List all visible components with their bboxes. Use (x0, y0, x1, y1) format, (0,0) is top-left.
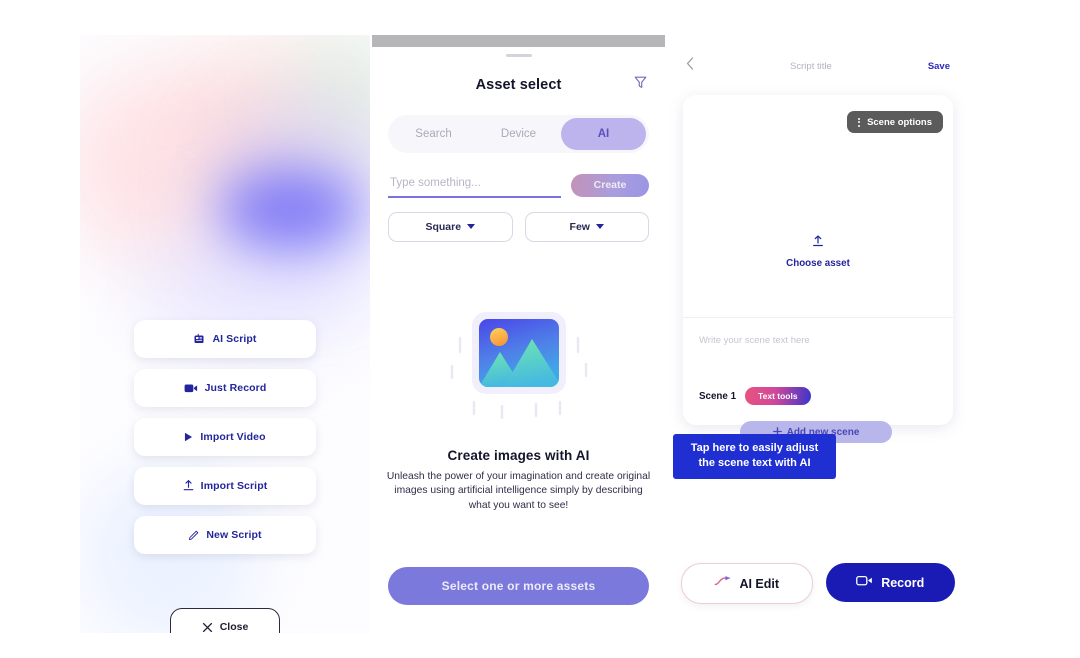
ai-edit-button[interactable]: AI Edit (681, 563, 813, 604)
scene-card: Scene options Choose asset Write your sc… (683, 95, 953, 425)
scene-footer: Scene 1 Text tools (699, 387, 811, 405)
script-editor-panel: Script title Save Scene options Choose a… (668, 35, 968, 633)
tab-ai[interactable]: AI (561, 117, 646, 150)
filter-funnel-icon[interactable] (634, 75, 647, 94)
ai-info-body: Unleash the power of your imagination an… (386, 470, 651, 512)
import-script-button[interactable]: Import Script (134, 467, 316, 505)
home-action-list: AI Script Just Record Import Video Impor… (80, 320, 370, 554)
background-blob-green (295, 35, 370, 145)
text-tools-label: Text tools (758, 391, 798, 401)
aspect-ratio-label: Square (425, 220, 462, 233)
import-video-button[interactable]: Import Video (134, 418, 316, 456)
quantity-dropdown[interactable]: Few (524, 211, 649, 242)
image-placeholder-icon (450, 311, 587, 419)
upload-icon (183, 480, 194, 492)
scene-options-button[interactable]: Scene options (847, 111, 943, 133)
save-button[interactable]: Save (928, 61, 950, 72)
ai-script-icon (193, 333, 205, 345)
close-button[interactable]: Close (170, 608, 280, 633)
select-assets-button[interactable]: Select one or more assets (388, 567, 649, 605)
just-record-label: Just Record (204, 382, 267, 394)
status-bar (372, 35, 665, 47)
generation-options-row: Square Few (388, 211, 649, 242)
new-script-label: New Script (206, 529, 262, 541)
ai-info-heading: Create images with AI (447, 447, 590, 463)
video-camera-icon (856, 574, 873, 592)
asset-select-panel: Asset select Search Device AI Create Squ… (372, 35, 665, 633)
illustration-area (372, 294, 665, 424)
tab-search-label: Search (415, 127, 452, 140)
create-button[interactable]: Create (571, 173, 649, 197)
ai-prompt-row: Create (388, 173, 649, 198)
tab-ai-label: AI (597, 127, 610, 140)
video-camera-icon (184, 382, 198, 394)
card-divider (683, 317, 953, 318)
background-blob-blue (220, 170, 360, 250)
record-button[interactable]: Record (825, 563, 955, 602)
quantity-label: Few (569, 220, 590, 233)
record-label: Record (881, 575, 925, 590)
chevron-down-icon (467, 224, 476, 229)
import-video-label: Import Video (200, 431, 266, 443)
aspect-ratio-dropdown[interactable]: Square (388, 211, 513, 242)
play-icon (184, 432, 193, 442)
asset-source-tabs: Search Device AI (388, 114, 649, 153)
tooltip-text: Tap here to easily adjust the scene text… (690, 442, 819, 469)
scene-text-input[interactable]: Write your scene text here (699, 335, 810, 346)
tab-device-label: Device (500, 127, 537, 140)
ai-info-copy: Create images with AI Unleash the power … (386, 448, 651, 515)
background-blob-pink (80, 65, 290, 265)
text-tools-button[interactable]: Text tools (745, 387, 811, 405)
background-blob-peach (190, 35, 370, 185)
scene-options-label: Scene options (867, 116, 932, 128)
pencil-icon (188, 530, 199, 541)
tab-search[interactable]: Search (391, 118, 476, 150)
sheet-drag-handle[interactable] (505, 54, 532, 57)
ai-text-tooltip: Tap here to easily adjust the scene text… (673, 434, 836, 479)
choose-asset-button[interactable]: Choose asset (683, 235, 953, 269)
scene-number-label: Scene 1 (699, 390, 737, 402)
upload-icon (812, 235, 824, 253)
prompt-input[interactable] (388, 175, 565, 190)
new-script-button[interactable]: New Script (134, 516, 316, 554)
editor-header: Script title Save (668, 35, 968, 75)
page-title: Asset select (475, 76, 562, 93)
prompt-input-wrap (388, 173, 565, 198)
close-x-icon (202, 622, 213, 633)
asset-select-header: Asset select (372, 75, 665, 94)
ai-script-label: AI Script (212, 333, 257, 345)
kebab-menu-icon (858, 117, 861, 127)
import-script-label: Import Script (200, 480, 268, 492)
ai-edit-label: AI Edit (739, 576, 780, 591)
tab-device[interactable]: Device (476, 118, 561, 150)
home-screen-panel: AI Script Just Record Import Video Impor… (80, 35, 370, 633)
chevron-left-icon[interactable] (686, 57, 694, 75)
just-record-button[interactable]: Just Record (134, 369, 316, 407)
close-label: Close (219, 621, 249, 633)
editor-actions: AI Edit Record (681, 563, 955, 604)
ai-wand-icon (714, 575, 731, 593)
chevron-down-icon (595, 224, 604, 229)
select-assets-label: Select one or more assets (441, 579, 596, 593)
choose-asset-label: Choose asset (786, 258, 850, 269)
script-title[interactable]: Script title (790, 61, 832, 72)
background-blob-violet (210, 95, 370, 285)
ai-script-button[interactable]: AI Script (134, 320, 316, 358)
create-label: Create (593, 179, 627, 191)
